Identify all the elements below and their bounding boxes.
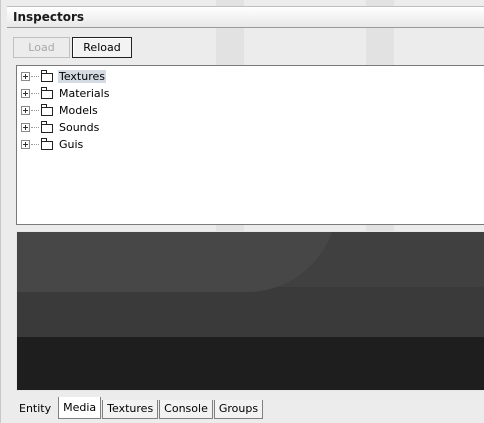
tree-item-textures[interactable]: Textures [21,68,106,85]
tree-connector [31,75,39,78]
window-titlebar[interactable]: Inspectors [7,6,484,28]
plus-box-icon[interactable] [21,140,30,149]
tree-item-materials[interactable]: Materials [21,85,110,102]
toolbar: Load Reload [13,37,134,59]
tree-item-label: Materials [59,87,110,100]
tree-connector [31,92,39,95]
media-preview-pane [16,231,484,391]
folder-icon [41,87,53,99]
tab-groups[interactable]: Groups [213,400,264,419]
tree-item-label: Guis [59,138,84,151]
tab-media[interactable]: Media [58,397,102,419]
window-title: Inspectors [13,10,85,24]
tree-item-label: Textures [58,70,106,83]
tree-item-label: Models [59,104,98,117]
tree-connector [31,143,39,146]
tab-console[interactable]: Console [159,400,213,419]
preview-lower-region [17,337,484,390]
plus-box-icon[interactable] [21,123,30,132]
folder-icon [41,121,53,133]
media-tree[interactable]: Textures Materials Models Sounds Guis [16,65,484,225]
plus-box-icon[interactable] [21,106,30,115]
tab-entity[interactable]: Entity [15,400,57,419]
tree-item-guis[interactable]: Guis [21,136,84,153]
tree-connector [31,109,39,112]
tree-connector [31,126,39,129]
reload-button[interactable]: Reload [72,37,132,58]
plus-box-icon[interactable] [21,72,30,81]
inspector-tabs: Entity Media Textures Console Groups [15,397,264,419]
tab-textures[interactable]: Textures [102,400,159,419]
folder-icon [41,104,53,116]
folder-icon [41,138,53,150]
tree-item-models[interactable]: Models [21,102,99,119]
tree-item-sounds[interactable]: Sounds [21,119,100,136]
inspectors-window: Inspectors Load Reload Textures Material… [0,0,484,423]
plus-box-icon[interactable] [21,89,30,98]
tree-item-label: Sounds [59,121,100,134]
folder-icon [41,70,53,82]
load-button[interactable]: Load [13,37,70,58]
